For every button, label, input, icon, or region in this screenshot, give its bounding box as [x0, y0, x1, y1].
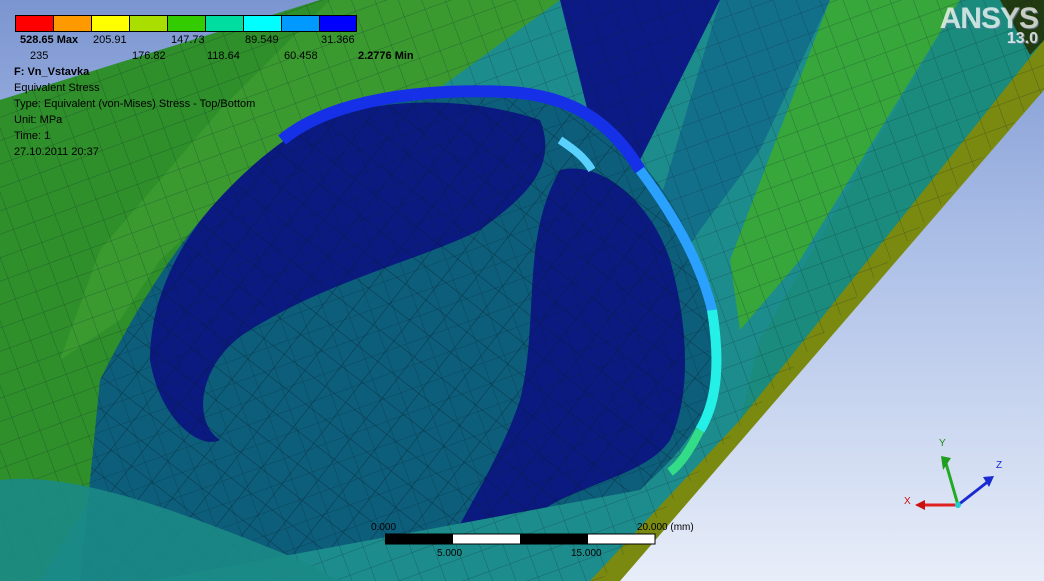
result-type: Type: Equivalent (von-Mises) Stress - To… [14, 98, 256, 110]
scale-label-start: 0.000 [371, 522, 397, 533]
legend-top-value: 31.366 [321, 34, 355, 46]
legend-bottom-value: 118.64 [207, 50, 240, 62]
result-name: Equivalent Stress [14, 82, 100, 94]
legend-top-value: 147.73 [171, 34, 205, 46]
legend-swatch-8 [319, 15, 357, 32]
legend-swatch-7 [281, 15, 320, 32]
legend-min-label: 2.2776 Min [358, 50, 414, 62]
coordinate-triad[interactable]: Y Z X [895, 430, 1015, 520]
result-time: Time: 1 [14, 130, 51, 142]
legend-swatch-1 [53, 15, 92, 32]
scale-label-quarter: 5.000 [437, 548, 463, 559]
result-date: 27.10.2011 20:37 [14, 146, 99, 158]
legend-swatch-5 [205, 15, 244, 32]
triad-y-label: Y [939, 438, 946, 449]
scale-label-end: 20.000 (mm) [637, 522, 694, 533]
legend-swatch-4 [167, 15, 206, 32]
triad-z-label: Z [996, 460, 1003, 471]
legend-swatch-6 [243, 15, 282, 32]
legend-bottom-value: 235 [30, 50, 49, 62]
legend-top-value: 205.91 [93, 34, 127, 46]
result-unit: Unit: MPa [14, 114, 63, 126]
legend-bottom-value: 60.458 [284, 50, 318, 62]
legend-bottom-value: 176.82 [132, 50, 166, 62]
legend-top-value: 89.549 [245, 34, 279, 46]
legend-max-label: 528.65 Max [20, 34, 79, 46]
scale-bar: 0.000 20.000 (mm) 5.000 15.000 [371, 520, 694, 565]
legend-swatch-3 [129, 15, 168, 32]
ansys-logo: ANSYS 13.0 [940, 2, 1039, 48]
graphics-viewport[interactable]: 528.65 Max 205.91 147.73 89.549 31.366 2… [0, 0, 1044, 581]
legend-swatch-0 [15, 15, 54, 32]
result-title: F: Vn_Vstavka [14, 66, 90, 78]
logo-version: 13.0 [1006, 30, 1038, 47]
triad-x-label: X [904, 496, 911, 507]
legend-swatch-2 [91, 15, 130, 32]
scale-label-three-quarter: 15.000 [571, 548, 602, 559]
